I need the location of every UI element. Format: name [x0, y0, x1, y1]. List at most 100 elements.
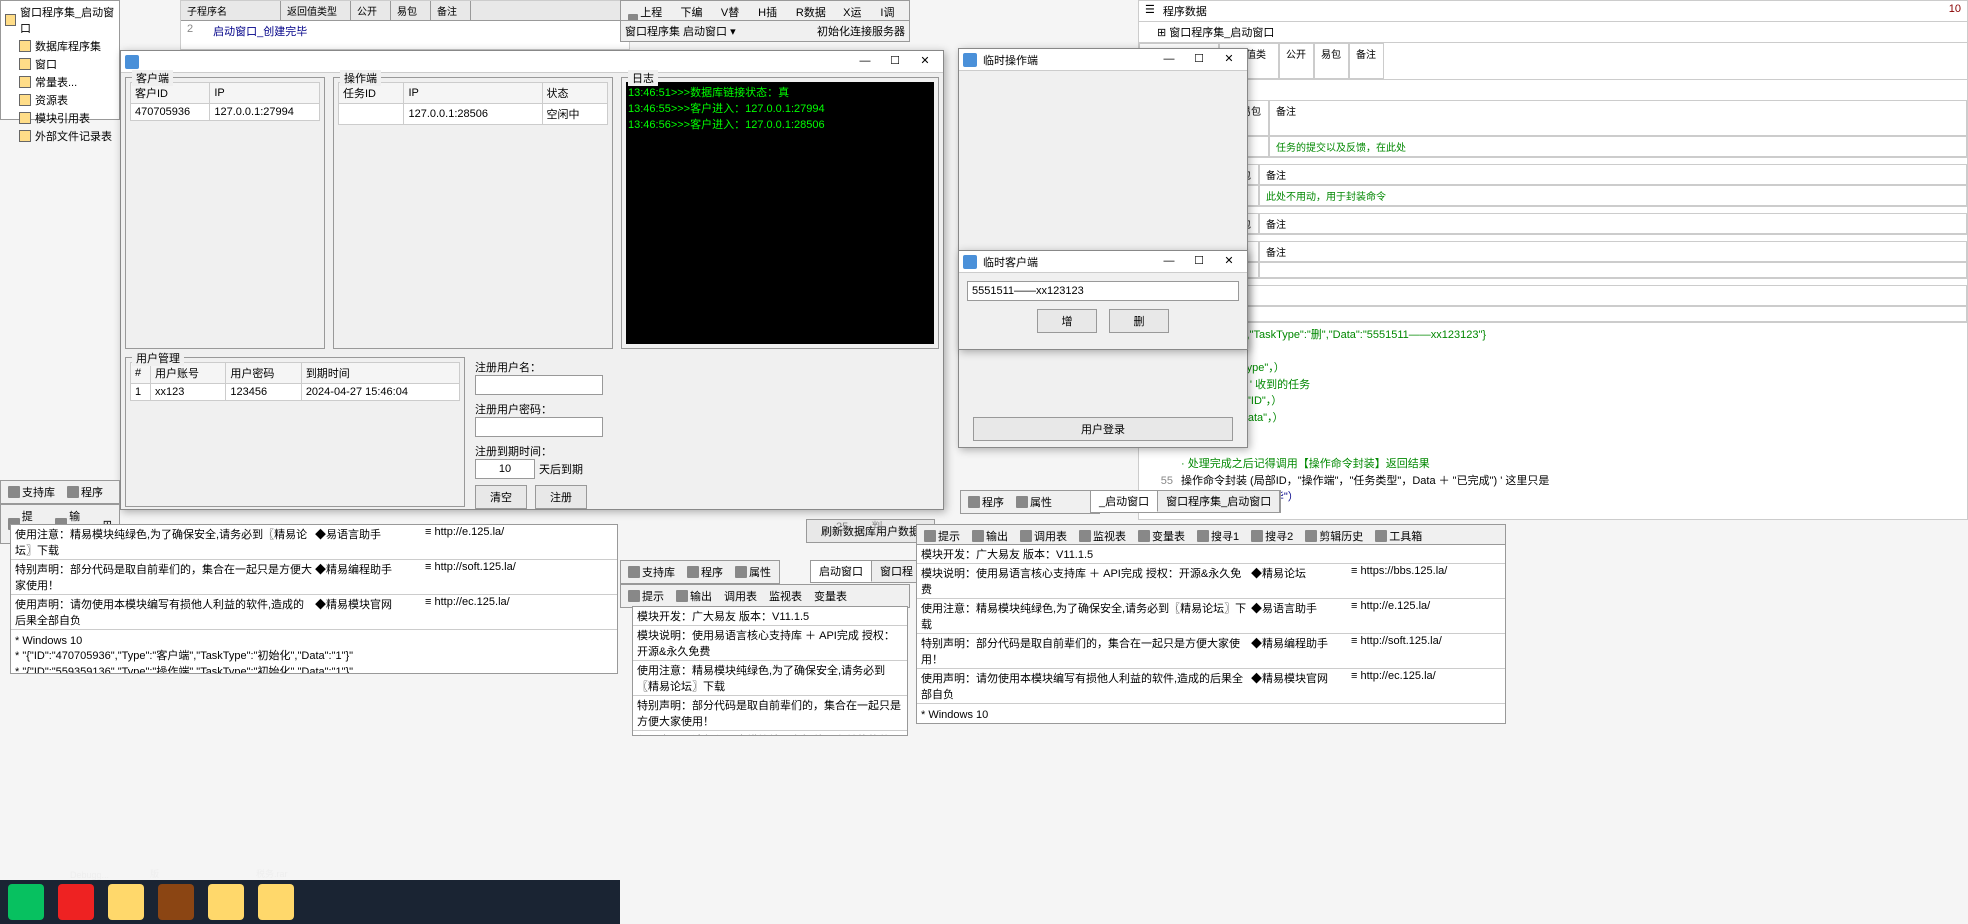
maximize-button[interactable]: ☐ [881, 53, 909, 71]
reg-pwd-input[interactable] [475, 417, 603, 437]
add-button[interactable]: 增 [1037, 309, 1097, 333]
operator-table[interactable]: 任务IDIP状态 127.0.0.1:28506空闲中 [338, 82, 608, 125]
log-group-label: 日志 [628, 70, 658, 86]
right-code-panel: ☰ 程序数据 10 ⊞ 窗口程序集_启动窗口 子程序名 返回值类型 公开 易包 … [1138, 0, 1968, 520]
close-button[interactable]: ✕ [1215, 51, 1243, 69]
tab-properties[interactable]: 属性 [1013, 493, 1055, 511]
hint-icon [628, 590, 640, 602]
taskbar-label: Debugg... [70, 870, 109, 880]
tree-item[interactable]: 数据库程序集 [17, 37, 117, 55]
tab-startup[interactable]: 启动窗口 [811, 561, 872, 582]
close-button[interactable]: ✕ [1215, 253, 1243, 271]
tree-item[interactable]: 模块引用表 [17, 109, 117, 127]
client-table[interactable]: 客户IDIP 470705936127.0.0.1:27994 [130, 82, 320, 121]
log-console[interactable]: 13:46:51>>>数据库链接状态：真 13:46:55>>>客户进入：127… [626, 82, 934, 344]
maximize-button[interactable]: ☐ [1185, 51, 1213, 69]
app-icon [963, 53, 977, 67]
tab-calls[interactable]: 调用表 [721, 587, 760, 605]
temp-client-window[interactable]: 临时客户端 —☐✕ 增 删 [958, 250, 1248, 350]
window-title: 临时操作端 [983, 52, 1149, 68]
program-icon [968, 496, 980, 508]
mid-file-tabs[interactable]: 启动窗口 窗口程 [810, 560, 923, 583]
minimize-button[interactable]: — [1155, 253, 1183, 271]
tab-program[interactable]: 程序 [684, 563, 726, 581]
tab-hint[interactable]: 提示 [921, 527, 963, 545]
tab-winprog[interactable]: 窗口程 [872, 561, 922, 582]
tab-program[interactable]: 程序 [965, 493, 1007, 511]
tab-winprog[interactable]: 窗口程序集_启动窗口 [1158, 491, 1280, 512]
window-title: 临时客户端 [983, 254, 1149, 270]
tab-watch[interactable]: 监视表 [766, 587, 805, 605]
code-body[interactable]: ype":"客户端","TaskType":"删","Data":"555151… [1139, 323, 1967, 510]
tree-item[interactable]: 窗口 [17, 55, 117, 73]
prog-data-icon: ☰ [1145, 3, 1155, 19]
tab-watch[interactable]: 监视表 [1076, 527, 1129, 545]
tree-item[interactable]: 常量表... [17, 73, 117, 91]
tab-toolbox[interactable]: 工具箱 [1372, 527, 1425, 545]
tab-search2[interactable]: 搜寻2 [1248, 527, 1296, 545]
hint-icon [924, 530, 936, 542]
tab-calls[interactable]: 调用表 [1017, 527, 1070, 545]
taskbar-app-yi[interactable] [58, 884, 94, 920]
reg-days-input[interactable] [475, 459, 535, 479]
tab-properties[interactable]: 属性 [732, 563, 774, 581]
close-button[interactable]: ✕ [911, 53, 939, 71]
left-tool-tabs[interactable]: 支持库 程序 [0, 480, 120, 504]
client-input[interactable] [967, 281, 1239, 301]
res-icon [19, 94, 31, 106]
init-server-label: 初始化连接服务器 [817, 23, 905, 39]
op-group-label: 操作端 [340, 70, 381, 86]
mid-output-tabs[interactable]: 提示 输出 调用表 监视表 变量表 [620, 584, 910, 608]
project-tree[interactable]: 窗口程序集_启动窗口 数据库程序集 窗口 常量表... 资源表 模块引用表 外部… [0, 0, 120, 120]
mid-tool-tabs[interactable]: 支持库 程序 属性 [620, 560, 780, 584]
tab-output[interactable]: 输出 [673, 587, 715, 605]
user-table[interactable]: #用户账号用户密码到期时间 1xx1231234562024-04-27 15:… [130, 362, 460, 401]
tab-vars[interactable]: 变量表 [1135, 527, 1188, 545]
reg-user-input[interactable] [475, 375, 603, 395]
combo-strip[interactable]: 窗口程序集 启动窗口 ▾ 初始化连接服务器 [620, 20, 910, 42]
minimize-button[interactable]: — [1155, 51, 1183, 69]
taskbar[interactable] [0, 880, 620, 924]
props-icon [735, 566, 747, 578]
tab-startup[interactable]: _启动窗口 [1091, 491, 1158, 512]
tab-output[interactable]: 输出 [969, 527, 1011, 545]
tab-clip[interactable]: 剪辑历史 [1302, 527, 1366, 545]
tree-root[interactable]: 窗口程序集_启动窗口 [3, 3, 117, 37]
right-tool-tabs[interactable]: 程序 属性 [960, 490, 1100, 514]
user-login-button[interactable]: 用户登录 [973, 417, 1233, 441]
tree-icon: ⊞ [1157, 27, 1169, 39]
code-header-strip: 子程序名 返回值类型 公开 易包 备注 2启动窗口_创建完毕 [180, 0, 630, 50]
maximize-button[interactable]: ☐ [1185, 253, 1213, 271]
tab-program[interactable]: 程序 [64, 483, 106, 501]
taskbar-app-winrar[interactable] [158, 884, 194, 920]
taskbar-app-folder[interactable] [258, 884, 294, 920]
search-icon [1251, 530, 1263, 542]
minimize-button[interactable]: — [851, 53, 879, 71]
console-output-left[interactable]: * Windows 10 * "{"ID":"470705936","Type"… [11, 630, 617, 674]
main-server-window[interactable]: — ☐ ✕ 客户端 客户IDIP 470705936127.0.0.1:2799… [120, 50, 944, 510]
right-file-tabs[interactable]: _启动窗口 窗口程序集_启动窗口 [1090, 490, 1281, 513]
tab-support[interactable]: 支持库 [625, 563, 678, 581]
taskbar-app-folder[interactable] [108, 884, 144, 920]
titlebar[interactable]: 临时操作端 —☐✕ [959, 49, 1247, 71]
tab-vars[interactable]: 变量表 [811, 587, 850, 605]
prog-sub[interactable]: ⊞ 窗口程序集_启动窗口 [1139, 22, 1967, 43]
tree-item[interactable]: 资源表 [17, 91, 117, 109]
titlebar[interactable]: 临时客户端 —☐✕ [959, 251, 1247, 273]
titlebar[interactable]: — ☐ ✕ [121, 51, 943, 73]
output-icon [972, 530, 984, 542]
clear-button[interactable]: 清空 [475, 485, 527, 509]
taskbar-app-wechat[interactable] [8, 884, 44, 920]
delete-button[interactable]: 删 [1109, 309, 1169, 333]
tab-search1[interactable]: 搜寻1 [1194, 527, 1242, 545]
tree-item[interactable]: 外部文件记录表 [17, 127, 117, 145]
support-icon [8, 486, 20, 498]
search-icon [1197, 530, 1209, 542]
taskbar-app-folder[interactable] [208, 884, 244, 920]
tab-hint[interactable]: 提示 [625, 587, 667, 605]
tab-support[interactable]: 支持库 [5, 483, 58, 501]
toolbox-icon [1375, 530, 1387, 542]
temp-operator-window[interactable]: 临时操作端 —☐✕ 用户登录 [958, 48, 1248, 448]
console-output-right[interactable]: * Windows 10 * "{"ID":"470705936","Type"… [917, 704, 1505, 724]
register-button[interactable]: 注册 [535, 485, 587, 509]
